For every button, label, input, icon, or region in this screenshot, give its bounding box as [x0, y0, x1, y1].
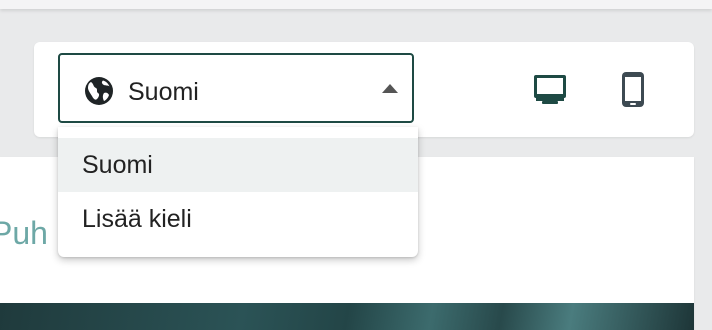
- caret-up-icon: [382, 84, 398, 93]
- dropdown-option-add-language[interactable]: Lisää kieli: [58, 192, 418, 246]
- preview-heading: Puh: [0, 215, 48, 251]
- desktop-preview-button[interactable]: [530, 72, 570, 108]
- mobile-icon: [622, 72, 644, 107]
- language-dropdown-menu: Suomi Lisää kieli: [58, 127, 418, 257]
- hero-image: [0, 303, 694, 330]
- language-select-value: Suomi: [128, 78, 199, 106]
- language-select[interactable]: Suomi: [58, 53, 414, 123]
- desktop-icon: [534, 75, 566, 104]
- top-bar: [0, 0, 712, 9]
- dropdown-option-suomi[interactable]: Suomi: [58, 138, 418, 192]
- mobile-preview-button[interactable]: [618, 70, 648, 110]
- globe-icon: [85, 77, 113, 105]
